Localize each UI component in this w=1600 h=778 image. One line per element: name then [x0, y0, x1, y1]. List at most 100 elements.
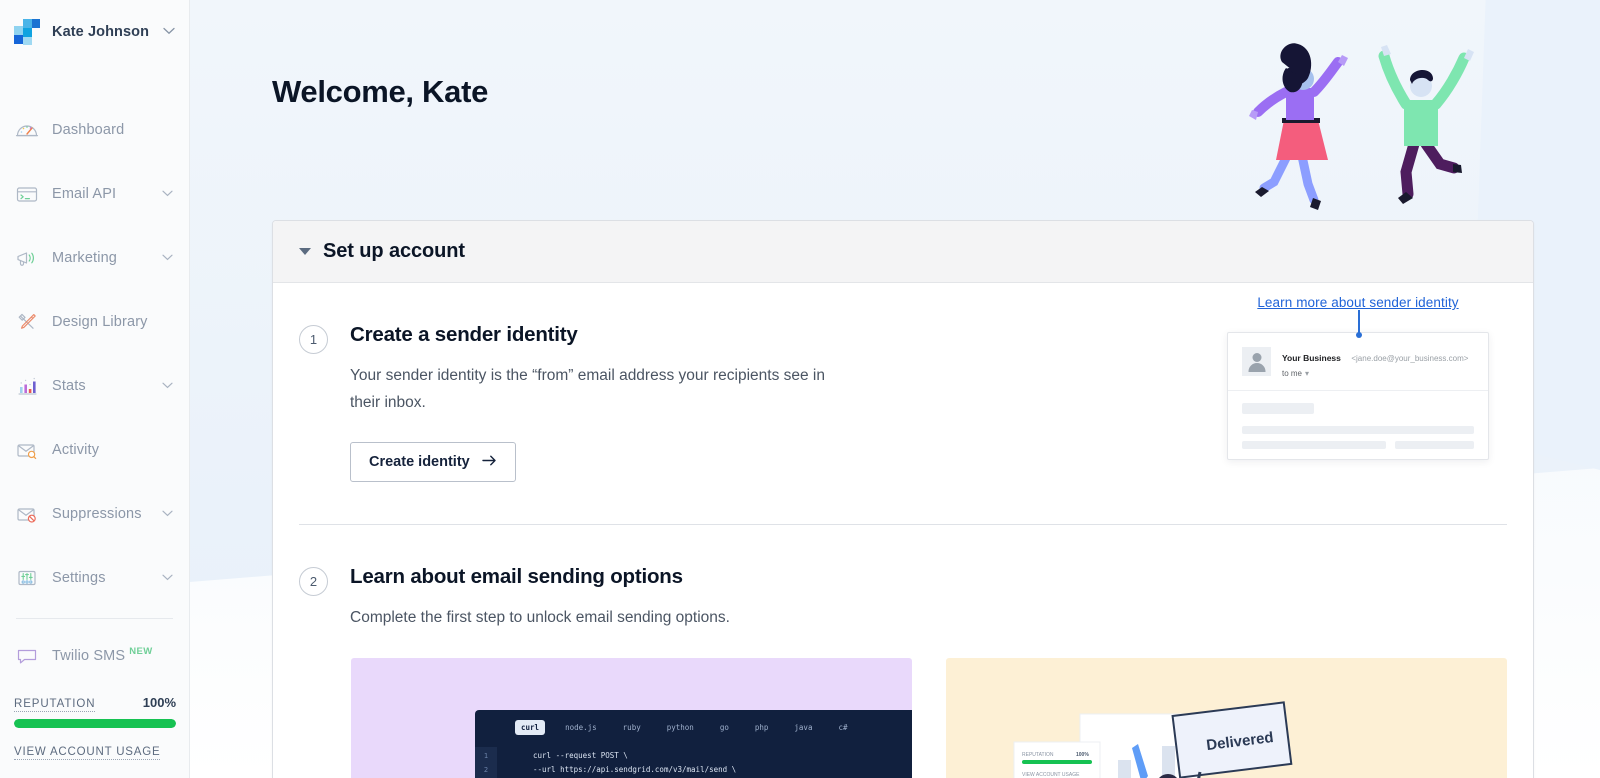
delivered-stats-tile[interactable]: REPUTATION 100% VIEW ACCOUNT USAGE Deliv… [946, 657, 1507, 778]
step-1: 1 Create a sender identity Your sender i… [273, 283, 1533, 483]
page-title: Welcome, Kate [272, 74, 489, 109]
skeleton-line [1395, 441, 1474, 449]
arrow-right-icon [482, 454, 497, 470]
sidebar-item-stats[interactable]: Stats [0, 354, 189, 418]
account-switcher[interactable]: Kate Johnson [0, 0, 189, 64]
code-language-tabs: curl node.js ruby python go php java c# [475, 710, 912, 743]
sidebar-item-design-library[interactable]: Design Library [0, 290, 189, 354]
sidebar-item-label: Twilio SMS NEW [52, 646, 153, 664]
pencil-ruler-icon [14, 309, 40, 335]
sidebar-item-label: Activity [52, 442, 100, 458]
email-to-line: to me ▾ [1282, 369, 1468, 378]
step-title: Learn about email sending options [350, 565, 683, 589]
email-card: Your Business <jane.doe@your_business.co… [1227, 332, 1489, 460]
hero-section: Welcome, Kate [190, 0, 1600, 220]
view-account-usage-link[interactable]: VIEW ACCOUNT USAGE [14, 746, 161, 760]
mini-usage-link: VIEW ACCOUNT USAGE [1022, 772, 1080, 778]
sidebar-item-label: Email API [52, 186, 117, 202]
pointer-arrow-icon [1227, 310, 1489, 338]
code-tab-nodejs[interactable]: node.js [559, 720, 603, 735]
mail-search-icon [14, 437, 40, 463]
code-block: 1 2 3 curl --request POST \ --url https:… [475, 746, 912, 778]
chevron-down-icon[interactable] [162, 509, 173, 520]
sidebar-item-label: Design Library [52, 314, 148, 330]
setup-account-card: Set up account 1 Create a sender identit… [272, 220, 1534, 778]
megaphone-icon [14, 245, 40, 271]
code-gutter: 1 2 3 [475, 746, 497, 778]
sliders-icon [14, 565, 40, 591]
mini-reputation-label: REPUTATION [1022, 752, 1054, 758]
sidebar-item-marketing[interactable]: Marketing [0, 226, 189, 290]
line-number: 2 [483, 765, 489, 774]
celebration-illustration [1202, 22, 1492, 227]
sidebar-item-label: Suppressions [52, 506, 142, 522]
skeleton-line [1242, 426, 1474, 434]
step-number: 1 [299, 325, 328, 354]
card-title: Set up account [323, 240, 465, 262]
chat-bubble-icon [14, 642, 40, 668]
reputation-value: 100% [142, 695, 176, 710]
sidebar-item-label: Marketing [52, 250, 118, 266]
mini-reputation-value: 100% [1076, 752, 1089, 758]
mail-block-icon [14, 501, 40, 527]
sidebar-item-suppressions[interactable]: Suppressions [0, 482, 189, 546]
chevron-down-icon[interactable] [162, 381, 173, 392]
account-name: Kate Johnson [52, 24, 150, 40]
chevron-down-icon[interactable] [162, 189, 173, 200]
reputation-progress-bar [14, 719, 176, 728]
step-description: Complete the first step to unlock email … [350, 609, 730, 627]
sidebar-divider [16, 618, 173, 619]
sidebar-item-settings[interactable]: Settings [0, 546, 189, 610]
sidebar-nav: Dashboard Email API Marketing Design Lib… [0, 98, 189, 687]
main-content: Welcome, Kate Set up account 1 Create a … [190, 0, 1600, 778]
new-badge: NEW [129, 646, 153, 658]
email-from-address: <jane.doe@your_business.com> [1351, 354, 1469, 363]
email-from-name: Your Business [1282, 353, 1341, 363]
card-header-toggle[interactable]: Set up account [273, 221, 1533, 283]
code-sample-tile[interactable]: curl node.js ruby python go php java c# [351, 657, 912, 778]
sidebar-item-dashboard[interactable]: Dashboard [0, 98, 189, 162]
terminal-icon [14, 181, 40, 207]
reputation-row: REPUTATION 100% [14, 695, 176, 712]
option-tiles: curl node.js ruby python go php java c# [325, 632, 1533, 778]
email-sender-meta: Your Business <jane.doe@your_business.co… [1282, 347, 1468, 378]
chevron-down-icon[interactable] [163, 26, 175, 38]
code-tab-java[interactable]: java [788, 720, 818, 735]
sidebar-footer: REPUTATION 100% VIEW ACCOUNT USAGE [0, 695, 190, 778]
sidebar-item-activity[interactable]: Activity [0, 418, 189, 482]
sidebar-item-label: Settings [52, 570, 106, 586]
step-description: Your sender identity is the “from” email… [350, 367, 825, 411]
code-text: curl --request POST \ --url https://api.… [533, 750, 737, 774]
email-card-body-placeholder [1228, 391, 1488, 459]
gauge-icon [14, 117, 40, 143]
create-identity-button[interactable]: Create identity [350, 442, 516, 483]
chevron-down-icon[interactable] [162, 573, 173, 584]
sidebar-item-label: Stats [52, 378, 86, 394]
skeleton-line [1242, 403, 1314, 414]
code-tab-ruby[interactable]: ruby [617, 720, 647, 735]
delivered-illustration: REPUTATION 100% VIEW ACCOUNT USAGE Deliv… [990, 680, 1460, 778]
create-identity-label: Create identity [369, 454, 470, 471]
person-avatar-icon [1242, 347, 1271, 376]
skeleton-line [1242, 441, 1386, 449]
code-tab-php[interactable]: php [749, 720, 775, 735]
code-tab-curl[interactable]: curl [515, 719, 546, 735]
sendgrid-logo-icon [14, 19, 40, 45]
step-2: 2 Learn about email sending options Comp… [273, 525, 1533, 632]
learn-more-sender-identity-link[interactable]: Learn more about sender identity [1227, 295, 1489, 310]
code-tab-python[interactable]: python [661, 720, 700, 735]
main-area: Welcome, Kate Set up account 1 Create a … [190, 0, 1600, 778]
bar-chart-icon [14, 373, 40, 399]
sidebar-item-twilio-sms[interactable]: Twilio SMS NEW [0, 623, 189, 687]
code-tab-csharp[interactable]: c# [832, 720, 853, 735]
code-tab-go[interactable]: go [714, 720, 735, 735]
email-card-header: Your Business <jane.doe@your_business.co… [1228, 333, 1488, 391]
email-preview-mock: Learn more about sender identity Your Bu [1227, 295, 1489, 460]
reputation-label[interactable]: REPUTATION [14, 698, 96, 712]
sidebar-item-email-api[interactable]: Email API [0, 162, 189, 226]
triangle-down-icon[interactable] [299, 248, 311, 255]
sidebar: Kate Johnson Dashboard Email API Marketi… [0, 0, 190, 778]
chevron-down-icon[interactable]: ▾ [1305, 369, 1309, 378]
chevron-down-icon[interactable] [162, 253, 173, 264]
email-to-label: to me [1282, 369, 1303, 378]
